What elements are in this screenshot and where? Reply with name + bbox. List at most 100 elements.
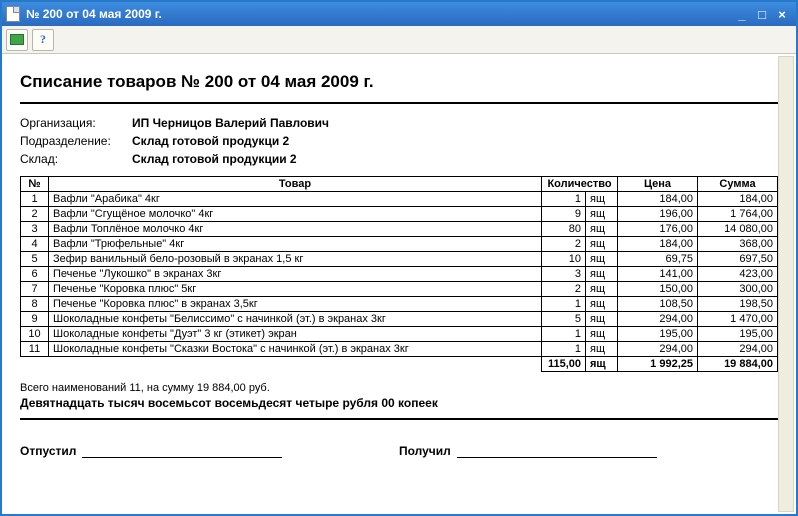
table-row: 3Вафли Топлёное молочко 4кг80ящ176,0014 …	[21, 222, 778, 237]
cell-sum: 697,50	[698, 252, 778, 267]
cell-num: 7	[21, 282, 49, 297]
col-sum: Сумма	[698, 177, 778, 192]
document-viewport: Списание товаров № 200 от 04 мая 2009 г.…	[2, 54, 796, 514]
cell-unit: ящ	[586, 252, 618, 267]
cell-qty: 2	[542, 237, 586, 252]
total-unit: ящ	[586, 357, 618, 372]
total-qty: 115,00	[542, 357, 586, 372]
cell-num: 1	[21, 192, 49, 207]
meta-value: ИП Черницов Валерий Павлович	[132, 114, 329, 132]
document-title: Списание товаров № 200 от 04 мая 2009 г.	[20, 66, 778, 104]
cell-sum: 368,00	[698, 237, 778, 252]
signatures: Отпустил Получил	[20, 444, 778, 458]
document-meta: Организация: ИП Черницов Валерий Павлови…	[20, 114, 778, 168]
sig-label: Отпустил	[20, 444, 76, 458]
cell-unit: ящ	[586, 297, 618, 312]
meta-label: Склад:	[20, 150, 132, 168]
cell-unit: ящ	[586, 237, 618, 252]
cell-qty: 3	[542, 267, 586, 282]
col-num: №	[21, 177, 49, 192]
cell-unit: ящ	[586, 342, 618, 357]
meta-row-store: Склад: Склад готовой продукции 2	[20, 150, 778, 168]
close-button[interactable]: ×	[772, 5, 792, 23]
cell-qty: 9	[542, 207, 586, 222]
cell-num: 2	[21, 207, 49, 222]
cell-sum: 184,00	[698, 192, 778, 207]
table-row: 1Вафли "Арабика" 4кг1ящ184,00184,00	[21, 192, 778, 207]
cell-product: Вафли "Трюфельные" 4кг	[49, 237, 542, 252]
cell-qty: 10	[542, 252, 586, 267]
table-row: 10Шоколадные конфеты "Дуэт" 3 кг (этикет…	[21, 327, 778, 342]
cell-unit: ящ	[586, 222, 618, 237]
window-title: № 200 от 04 мая 2009 г.	[26, 7, 162, 21]
cell-unit: ящ	[586, 282, 618, 297]
cell-price: 108,50	[618, 297, 698, 312]
table-total-row: 115,00ящ1 992,2519 884,00	[21, 357, 778, 372]
cell-price: 184,00	[618, 192, 698, 207]
cell-num: 10	[21, 327, 49, 342]
cell-price: 69,75	[618, 252, 698, 267]
summary: Всего наименований 11, на сумму 19 884,0…	[20, 382, 778, 420]
cell-qty: 1	[542, 192, 586, 207]
cell-num: 5	[21, 252, 49, 267]
cell-sum: 300,00	[698, 282, 778, 297]
cell-product: Зефир ванильный бело-розовый в экранах 1…	[49, 252, 542, 267]
cell-unit: ящ	[586, 327, 618, 342]
summary-words: Девятнадцать тысяч восемьсот восемьдесят…	[20, 396, 778, 420]
items-table: № Товар Количество Цена Сумма 1Вафли "Ар…	[20, 176, 778, 372]
meta-label: Организация:	[20, 114, 132, 132]
cell-num: 6	[21, 267, 49, 282]
cell-sum: 294,00	[698, 342, 778, 357]
cell-unit: ящ	[586, 267, 618, 282]
cell-product: Вафли "Арабика" 4кг	[49, 192, 542, 207]
titlebar[interactable]: № 200 от 04 мая 2009 г. _ □ ×	[2, 2, 796, 26]
signature-right: Получил	[399, 444, 778, 458]
cell-price: 195,00	[618, 327, 698, 342]
meta-row-dept: Подразделение: Склад готовой продукци 2	[20, 132, 778, 150]
cell-product: Печенье "Коровка плюс" 5кг	[49, 282, 542, 297]
cell-product: Вафли "Сгущёное молочко" 4кг	[49, 207, 542, 222]
table-row: 11Шоколадные конфеты "Сказки Востока" с …	[21, 342, 778, 357]
maximize-button[interactable]: □	[752, 5, 772, 23]
cell-price: 141,00	[618, 267, 698, 282]
cell-product: Печенье "Коровка плюс" в экранах 3,5кг	[49, 297, 542, 312]
total-sum: 19 884,00	[698, 357, 778, 372]
cell-qty: 1	[542, 342, 586, 357]
sig-line	[82, 444, 282, 458]
cell-unit: ящ	[586, 312, 618, 327]
cell-num: 4	[21, 237, 49, 252]
table-row: 9Шоколадные конфеты "Белиссимо" с начинк…	[21, 312, 778, 327]
cell-qty: 2	[542, 282, 586, 297]
cell-sum: 14 080,00	[698, 222, 778, 237]
vertical-scrollbar[interactable]	[778, 56, 794, 512]
table-row: 6Печенье "Лукошко" в экранах 3кг3ящ141,0…	[21, 267, 778, 282]
cell-product: Печенье "Лукошко" в экранах 3кг	[49, 267, 542, 282]
minimize-button[interactable]: _	[732, 5, 752, 23]
cell-num: 8	[21, 297, 49, 312]
table-row: 7Печенье "Коровка плюс" 5кг2ящ150,00300,…	[21, 282, 778, 297]
table-header-row: № Товар Количество Цена Сумма	[21, 177, 778, 192]
cell-qty: 1	[542, 297, 586, 312]
cell-qty: 1	[542, 327, 586, 342]
sig-label: Получил	[399, 444, 451, 458]
signature-left: Отпустил	[20, 444, 399, 458]
cell-price: 294,00	[618, 342, 698, 357]
col-price: Цена	[618, 177, 698, 192]
sig-line	[457, 444, 657, 458]
cell-sum: 423,00	[698, 267, 778, 282]
cell-product: Шоколадные конфеты "Сказки Востока" с на…	[49, 342, 542, 357]
cell-sum: 1 764,00	[698, 207, 778, 222]
meta-label: Подразделение:	[20, 132, 132, 150]
cell-sum: 198,50	[698, 297, 778, 312]
cell-price: 176,00	[618, 222, 698, 237]
summary-line: Всего наименований 11, на сумму 19 884,0…	[20, 382, 778, 394]
cell-sum: 1 470,00	[698, 312, 778, 327]
toolbar: ?	[2, 26, 796, 54]
cell-unit: ящ	[586, 207, 618, 222]
screenshot-button[interactable]	[6, 29, 28, 51]
table-row: 4Вафли "Трюфельные" 4кг2ящ184,00368,00	[21, 237, 778, 252]
help-button[interactable]: ?	[32, 29, 54, 51]
meta-row-org: Организация: ИП Черницов Валерий Павлови…	[20, 114, 778, 132]
cell-price: 196,00	[618, 207, 698, 222]
cell-product: Шоколадные конфеты "Белиссимо" с начинко…	[49, 312, 542, 327]
